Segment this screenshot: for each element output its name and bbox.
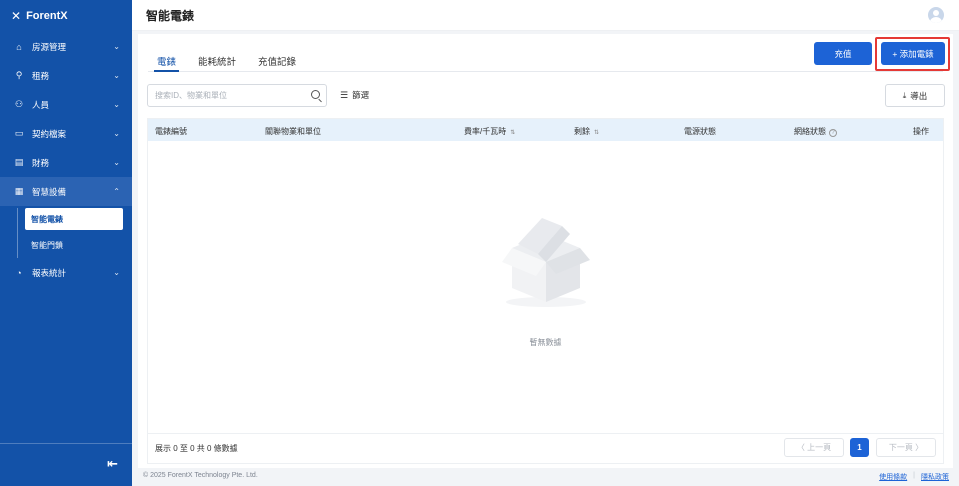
copyright-text: © 2025 ForentX Technology Pte. Ltd. <box>143 472 258 479</box>
column-header-property-unit: 關聯物業和單位 <box>265 127 321 136</box>
column-header-rate[interactable]: 費率/千瓦時 ⇅ <box>464 126 515 137</box>
sidebar-item-leasing[interactable]: ⚲ 租務 ⌄ <box>0 61 132 90</box>
filter-button[interactable]: ☰ 篩選 <box>340 89 369 101</box>
document-icon: ▤ <box>14 157 24 167</box>
home-icon: ⌂ <box>16 41 22 52</box>
column-header-actions: 操作 <box>913 127 929 136</box>
filter-label: 篩選 <box>352 90 370 100</box>
table-summary: 展示 0 至 0 共 0 條數據 <box>155 444 238 453</box>
column-header-label: 網絡狀態 <box>794 127 826 136</box>
download-icon: ⤓ <box>902 90 907 100</box>
chevron-down-icon: ⌄ <box>113 42 120 51</box>
column-header-network-status: 網絡狀態? <box>794 126 837 137</box>
person-icon: ⚲ <box>15 70 23 80</box>
tab-meters[interactable]: 電錶 <box>148 46 185 72</box>
sort-icon[interactable]: ⇅ <box>510 130 515 136</box>
filter-icon: ☰ <box>340 89 349 100</box>
export-label: 導出 <box>910 90 928 101</box>
column-header-meter-id: 電錶編號 <box>155 127 187 136</box>
column-header-label: 費率/千瓦時 <box>464 127 507 136</box>
prev-page-button[interactable]: 〈 上一頁 <box>784 438 844 457</box>
chevron-down-icon: ⌄ <box>113 268 120 277</box>
recharge-button[interactable]: 充值 <box>814 42 872 65</box>
help-icon[interactable]: ? <box>829 129 837 137</box>
privacy-link[interactable]: 隱私政策 <box>921 472 949 482</box>
column-header-label: 剩餘 <box>574 127 590 136</box>
table-footer: 展示 0 至 0 共 0 條數據 〈 上一頁 1 下一頁 〉 <box>148 433 943 463</box>
sidebar-item-reports[interactable]: ◔ 報表統計 ⌄ <box>0 258 132 287</box>
chevron-down-icon: ⌄ <box>113 129 120 138</box>
export-button[interactable]: ⤓ 導出 <box>885 84 945 107</box>
sidebar-item-label: 租務 <box>32 70 50 81</box>
tab-recharge-records[interactable]: 充值記錄 <box>249 46 305 71</box>
empty-state-text: 暫無數據 <box>529 338 562 347</box>
sidebar-item-smart-devices[interactable]: ▦ 智慧設備 ⌃ <box>0 177 132 206</box>
sidebar-subitem-smart-lock[interactable]: 智能門鎖 <box>25 232 123 258</box>
empty-box-icon <box>502 218 590 307</box>
sidebar-submenu: 智能電錶 智能門鎖 <box>0 208 132 258</box>
main-panel: 電錶 能耗統計 充值記錄 充值 + 添加電錶 ☰ 篩選 ⤓ 導出 電錶編號 關聯… <box>138 34 953 468</box>
brand[interactable]: ✕ ForentX <box>0 0 132 32</box>
tab-energy-stats[interactable]: 能耗統計 <box>189 46 245 71</box>
chevron-down-icon: ⌄ <box>113 100 120 109</box>
sidebar-item-property[interactable]: ⌂ 房源管理 ⌄ <box>0 32 132 61</box>
search-input[interactable] <box>155 91 305 100</box>
sidebar-item-label: 智慧設備 <box>32 186 67 197</box>
page-number-button[interactable]: 1 <box>850 438 869 457</box>
sidebar-item-staff[interactable]: ⚇ 人員 ⌄ <box>0 90 132 119</box>
forentx-logo-icon: ✕ <box>11 9 22 23</box>
page-title: 智能電錶 <box>146 8 195 23</box>
terms-link[interactable]: 使用條款 <box>879 472 907 482</box>
device-icon: ▦ <box>14 186 24 196</box>
folder-icon: ▭ <box>14 128 24 138</box>
column-header-power-status: 電源狀態 <box>684 127 716 136</box>
meters-table: 電錶編號 關聯物業和單位 費率/千瓦時 ⇅ 剩餘 ⇅ 電源狀態 網絡狀態? 操作 暫… <box>147 118 944 464</box>
add-meter-button[interactable]: + 添加電錶 <box>881 42 945 65</box>
divider <box>0 443 132 444</box>
search-icon[interactable] <box>311 90 320 99</box>
table-header: 電錶編號 關聯物業和單位 費率/千瓦時 ⇅ 剩餘 ⇅ 電源狀態 網絡狀態? 操作 <box>148 119 943 141</box>
people-icon: ⚇ <box>14 99 24 109</box>
pagination: 〈 上一頁 1 下一頁 〉 <box>784 438 936 457</box>
top-header: 智能電錶 <box>132 0 959 31</box>
sidebar-item-label: 報表統計 <box>32 267 67 278</box>
chevron-up-icon: ⌃ <box>113 187 120 196</box>
sidebar-item-finance[interactable]: ▤ 財務 ⌄ <box>0 148 132 177</box>
chevron-down-icon: ⌄ <box>113 71 120 80</box>
sidebar-item-label: 契約檔案 <box>32 128 67 139</box>
sort-icon[interactable]: ⇅ <box>594 130 599 136</box>
chevron-down-icon: ⌄ <box>113 158 120 167</box>
brand-name: ForentX <box>26 10 68 22</box>
avatar[interactable] <box>928 7 944 23</box>
divider: | <box>913 472 915 479</box>
sidebar: ✕ ForentX ⌂ 房源管理 ⌄ ⚲ 租務 ⌄ ⚇ 人員 ⌄ ▭ 契約檔案 … <box>0 0 132 486</box>
footer-links: 使用條款 | 隱私政策 <box>879 472 949 482</box>
collapse-sidebar-icon[interactable]: ⇤ <box>107 456 118 472</box>
search-box <box>147 84 327 107</box>
sidebar-item-contracts[interactable]: ▭ 契約檔案 ⌄ <box>0 119 132 148</box>
column-header-remaining[interactable]: 剩餘 ⇅ <box>574 126 599 137</box>
sidebar-item-label: 人員 <box>32 99 50 110</box>
sidebar-subitem-smart-meter[interactable]: 智能電錶 <box>25 208 123 230</box>
sidebar-item-label: 財務 <box>32 157 50 168</box>
next-page-button[interactable]: 下一頁 〉 <box>876 438 936 457</box>
sidebar-item-label: 房源管理 <box>32 41 67 52</box>
chart-icon: ◔ <box>16 267 22 278</box>
